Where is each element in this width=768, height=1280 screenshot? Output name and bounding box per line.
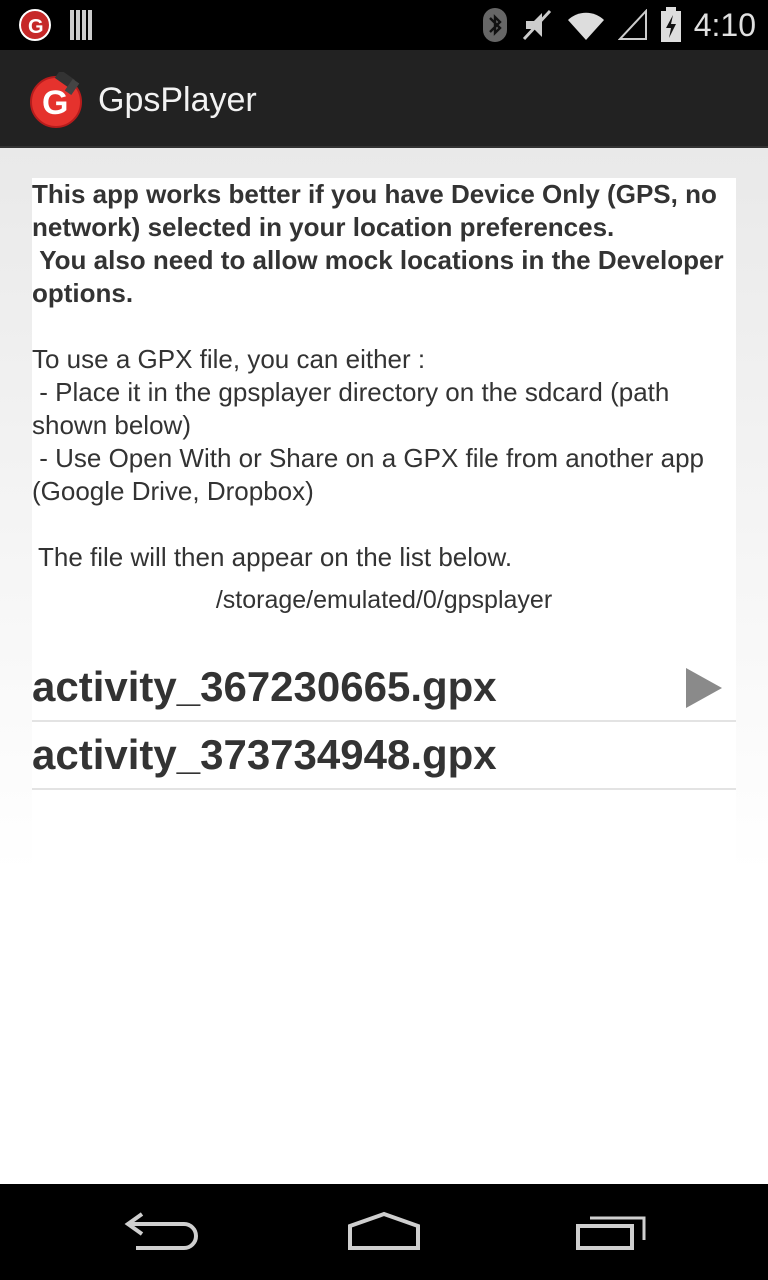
barcode-icon bbox=[70, 10, 92, 40]
svg-text:G: G bbox=[42, 84, 68, 122]
navigation-bar bbox=[0, 1184, 768, 1280]
signal-icon bbox=[617, 9, 647, 40]
back-icon[interactable] bbox=[120, 1210, 200, 1254]
list-note: The file will then appear on the list be… bbox=[38, 542, 513, 572]
status-time: 4:10 bbox=[693, 7, 756, 43]
app-logo-icon[interactable]: G bbox=[28, 72, 84, 128]
status-bar-left: G bbox=[18, 8, 96, 42]
usage-option-sdcard: - Place it in the gpsplayer directory on… bbox=[32, 377, 677, 440]
gpsplayer-notification-icon: G bbox=[19, 9, 51, 41]
battery-icon bbox=[660, 7, 681, 42]
home-icon[interactable] bbox=[344, 1210, 424, 1254]
status-bar: G 4:10 bbox=[0, 0, 768, 50]
usage-option-open-with: - Use Open With or Share on a GPX file f… bbox=[32, 443, 712, 506]
action-bar: G GpsPlayer bbox=[0, 50, 768, 148]
file-name: activity_373734948.gpx bbox=[32, 731, 497, 778]
svg-text:G: G bbox=[28, 16, 44, 38]
gpx-file-list: activity_367230665.gpx activity_37373494… bbox=[32, 654, 736, 790]
status-bar-right: 4:10 bbox=[482, 6, 756, 44]
content-panel: This app works better if you have Device… bbox=[32, 178, 736, 1136]
usage-heading: To use a GPX file, you can either : bbox=[32, 344, 426, 374]
warning-mock-locations: You also need to allow mock locations in… bbox=[32, 245, 731, 308]
bluetooth-icon bbox=[482, 8, 507, 42]
directory-path: /storage/emulated/0/gpsplayer bbox=[215, 586, 553, 614]
file-name: activity_367230665.gpx bbox=[32, 663, 497, 710]
file-list-item[interactable]: activity_367230665.gpx bbox=[32, 654, 736, 722]
vibrate-icon bbox=[522, 9, 551, 41]
play-icon[interactable] bbox=[684, 666, 724, 710]
intro-text: This app works better if you have Device… bbox=[32, 178, 736, 574]
warning-location-preferences: This app works better if you have Device… bbox=[32, 179, 717, 242]
app-title: GpsPlayer bbox=[98, 81, 257, 119]
wifi-icon bbox=[567, 12, 604, 41]
main-content: This app works better if you have Device… bbox=[0, 148, 768, 1184]
file-list-item[interactable]: activity_373734948.gpx bbox=[32, 722, 736, 790]
recent-apps-icon[interactable] bbox=[570, 1210, 650, 1254]
